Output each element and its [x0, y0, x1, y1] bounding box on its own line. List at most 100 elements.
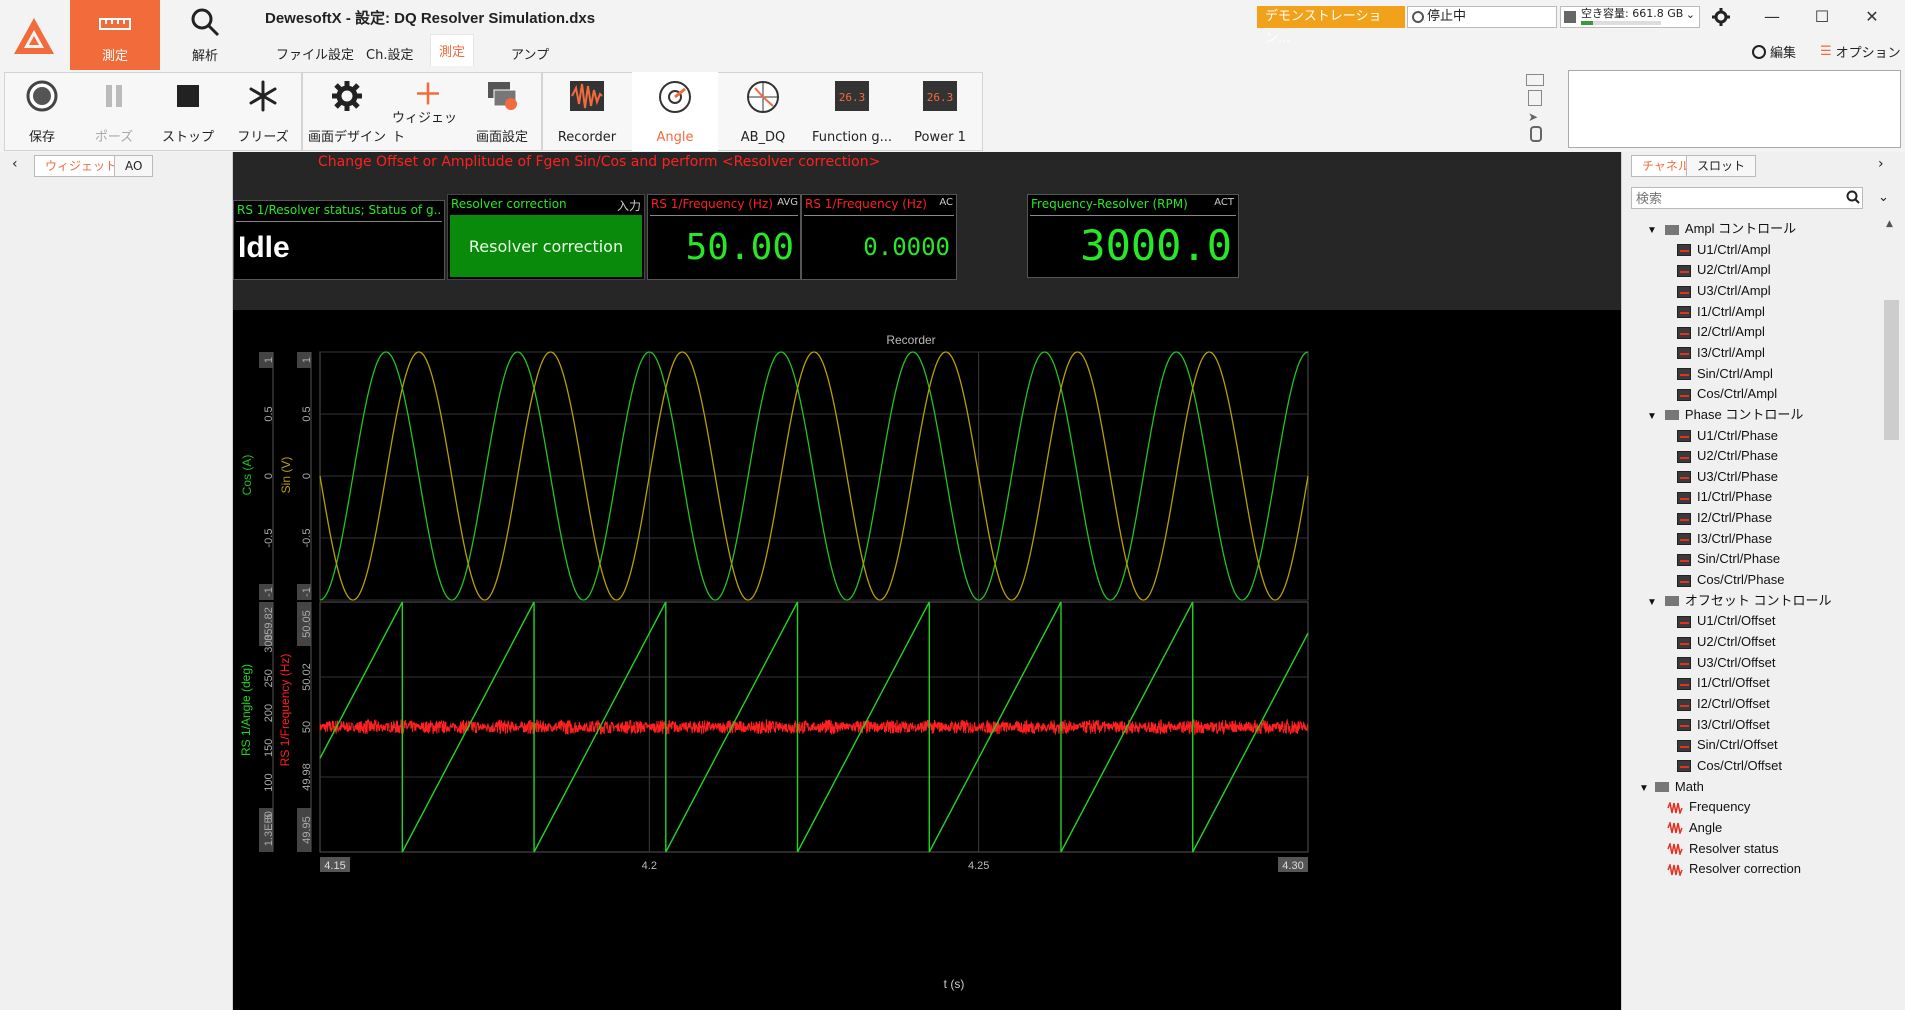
mode-analysis-button[interactable]: 解析	[160, 0, 250, 70]
mode-measure-button[interactable]: 測定	[70, 0, 160, 70]
tab-file-settings[interactable]: ファイル設定	[270, 42, 360, 65]
search-icon[interactable]	[1846, 190, 1860, 204]
tree-label: U1/Ctrl/Phase	[1697, 427, 1778, 443]
screen-ab-dq-label: AB_DQ	[740, 130, 786, 145]
y-tick-label: 1	[263, 357, 275, 363]
rpm-display[interactable]: Frequency-Resolver (RPM) ACT 3000.0	[1027, 194, 1239, 278]
chevron-down-icon[interactable]: ⌄	[1878, 190, 1889, 205]
recorder-chart[interactable]: Recorder 1 0.5 0 -0.5 -1 1 0.5 0 -0.5 -1 Cos (A) Si…	[233, 310, 1621, 1010]
chevron-left-icon[interactable]: ‹	[12, 156, 18, 172]
wave-icon	[1667, 801, 1683, 814]
expand-arrow-icon[interactable]: ▼	[1639, 783, 1649, 794]
panel-tag: AC	[939, 197, 953, 208]
channel-chart-icon	[1677, 471, 1691, 484]
tab-slots[interactable]: スロット	[1686, 155, 1757, 177]
mode-analysis-label: 解析	[191, 49, 218, 64]
notes-side-icons: ➤	[1522, 72, 1546, 150]
maximize-button[interactable]: ☐	[1800, 4, 1844, 30]
x-axis-label: t (s)	[944, 977, 965, 991]
y-tick-label: -0.5	[301, 529, 313, 548]
panel-title: Resolver correction	[451, 197, 567, 211]
stop-button[interactable]: ストップ	[156, 72, 220, 151]
screen-recorder-button[interactable]: Recorder	[548, 72, 626, 151]
pointer-icon[interactable]: ➤	[1528, 110, 1546, 124]
screen-power-button[interactable]: 26.3 Power 1	[900, 72, 980, 151]
keyboard-icon[interactable]	[1526, 74, 1544, 86]
chevron-down-icon[interactable]: ⌄	[1686, 9, 1695, 21]
tree-label: I1/Ctrl/Offset	[1697, 675, 1770, 691]
edit-button[interactable]: 編集	[1752, 42, 1796, 61]
divider	[650, 215, 798, 216]
status-text: 停止中	[1427, 9, 1467, 24]
channel-chart-icon	[1677, 492, 1691, 504]
dewesoft-logo[interactable]	[0, 0, 68, 72]
y-tick-label: 1.3E-5	[263, 814, 275, 846]
panel-title: Frequency-Resolver (RPM)	[1031, 197, 1188, 211]
wave-icon	[1667, 863, 1683, 876]
resolver-correction-button[interactable]: Resolver correction	[450, 215, 642, 277]
edit-label: 編集	[1770, 46, 1797, 61]
tab-measure[interactable]: 測定	[430, 34, 475, 66]
screen-function-generator-button[interactable]: 26.3 Function g...	[806, 72, 898, 151]
screen-design-label: 画面デザイン	[307, 130, 386, 145]
freeze-label: フリーズ	[237, 130, 289, 145]
tab-amplifier[interactable]: アンプ	[505, 42, 555, 65]
tree-label: Cos/Ctrl/Phase	[1697, 572, 1785, 588]
resolver-status-display[interactable]: RS 1/Resolver status; Status of g... Idl…	[233, 200, 445, 280]
tree-channel[interactable]: Resolver correction	[1667, 857, 1801, 881]
menu-icon: ☰	[1820, 44, 1832, 59]
panel-tag: 入力	[616, 199, 641, 213]
screen-design-button[interactable]: 画面デザイン	[306, 72, 388, 151]
scroll-up-icon[interactable]: ▲	[1886, 219, 1893, 229]
divider	[236, 221, 442, 222]
pause-label: ポーズ	[94, 130, 134, 145]
y-tick-label: -0.5	[263, 529, 275, 548]
channel-chart-icon	[1677, 285, 1691, 298]
window-title: DewesoftX - 設定: DQ Resolver Simulation.d…	[265, 10, 596, 27]
microphone-icon[interactable]	[1530, 126, 1542, 142]
frequency-avg-display[interactable]: RS 1/Frequency (Hz) AVG 50.00	[647, 194, 801, 280]
options-button[interactable]: ☰ オプション	[1820, 42, 1901, 61]
y-tick-label: 0	[301, 473, 313, 479]
channel-chart-icon	[1677, 388, 1691, 401]
tab-ao[interactable]: AO	[114, 155, 154, 177]
expand-arrow-icon[interactable]: ▼	[1647, 597, 1657, 608]
screen-settings-button[interactable]: 画面設定	[466, 72, 538, 151]
chevron-right-icon[interactable]: ›	[1878, 156, 1884, 172]
channel-chart-icon	[1677, 512, 1691, 525]
notes-textbox[interactable]	[1568, 70, 1901, 148]
tab-channel-settings[interactable]: Ch.設定	[360, 42, 419, 65]
scrollbar-thumb[interactable]	[1884, 300, 1899, 440]
save-label: 保存	[28, 130, 55, 145]
expand-arrow-icon[interactable]: ▼	[1647, 411, 1657, 422]
save-button[interactable]: 保存	[10, 72, 74, 151]
pause-button[interactable]: ポーズ	[82, 72, 146, 151]
x-tick-label: 4.2	[642, 860, 657, 872]
tree-label: Angle	[1689, 819, 1723, 835]
rpm-value: 3000.0	[1080, 221, 1232, 270]
disk-usage-fill	[1581, 21, 1593, 25]
gauge-icon	[659, 81, 691, 113]
note-icon[interactable]	[1528, 90, 1542, 106]
screen-power-label: Power 1	[914, 130, 966, 145]
disk-space-indicator[interactable]: 空き容量: 661.8 GB ⌄	[1560, 6, 1700, 28]
gear-icon	[332, 81, 362, 111]
channel-search-input[interactable]	[1631, 187, 1863, 209]
gear-icon[interactable]	[1712, 8, 1730, 26]
frequency-ac-display[interactable]: RS 1/Frequency (Hz) AC 0.0000	[801, 194, 957, 280]
screen-ab-dq-button[interactable]: AB_DQ	[722, 72, 804, 151]
close-button[interactable]: ✕	[1850, 4, 1894, 30]
minimize-button[interactable]: —	[1750, 4, 1794, 30]
tree-label: I2/Ctrl/Ampl	[1697, 324, 1765, 340]
acquisition-status[interactable]: 停止中	[1407, 6, 1557, 28]
mode-measure-label: 測定	[101, 49, 128, 64]
expand-arrow-icon[interactable]: ▼	[1647, 225, 1657, 236]
screen-angle-button[interactable]: Angle	[632, 72, 718, 151]
freeze-button[interactable]: フリーズ	[228, 72, 298, 151]
polar-icon	[747, 81, 779, 113]
demo-mode-badge[interactable]: デモンストレーション...	[1257, 6, 1405, 46]
tree-label: Math	[1674, 778, 1704, 794]
widget-button[interactable]: ウィジェット	[392, 72, 464, 151]
y-axis-label: RS 1/Frequency (Hz)	[278, 654, 292, 767]
tree-label: Cos/Ctrl/Ampl	[1697, 386, 1778, 402]
